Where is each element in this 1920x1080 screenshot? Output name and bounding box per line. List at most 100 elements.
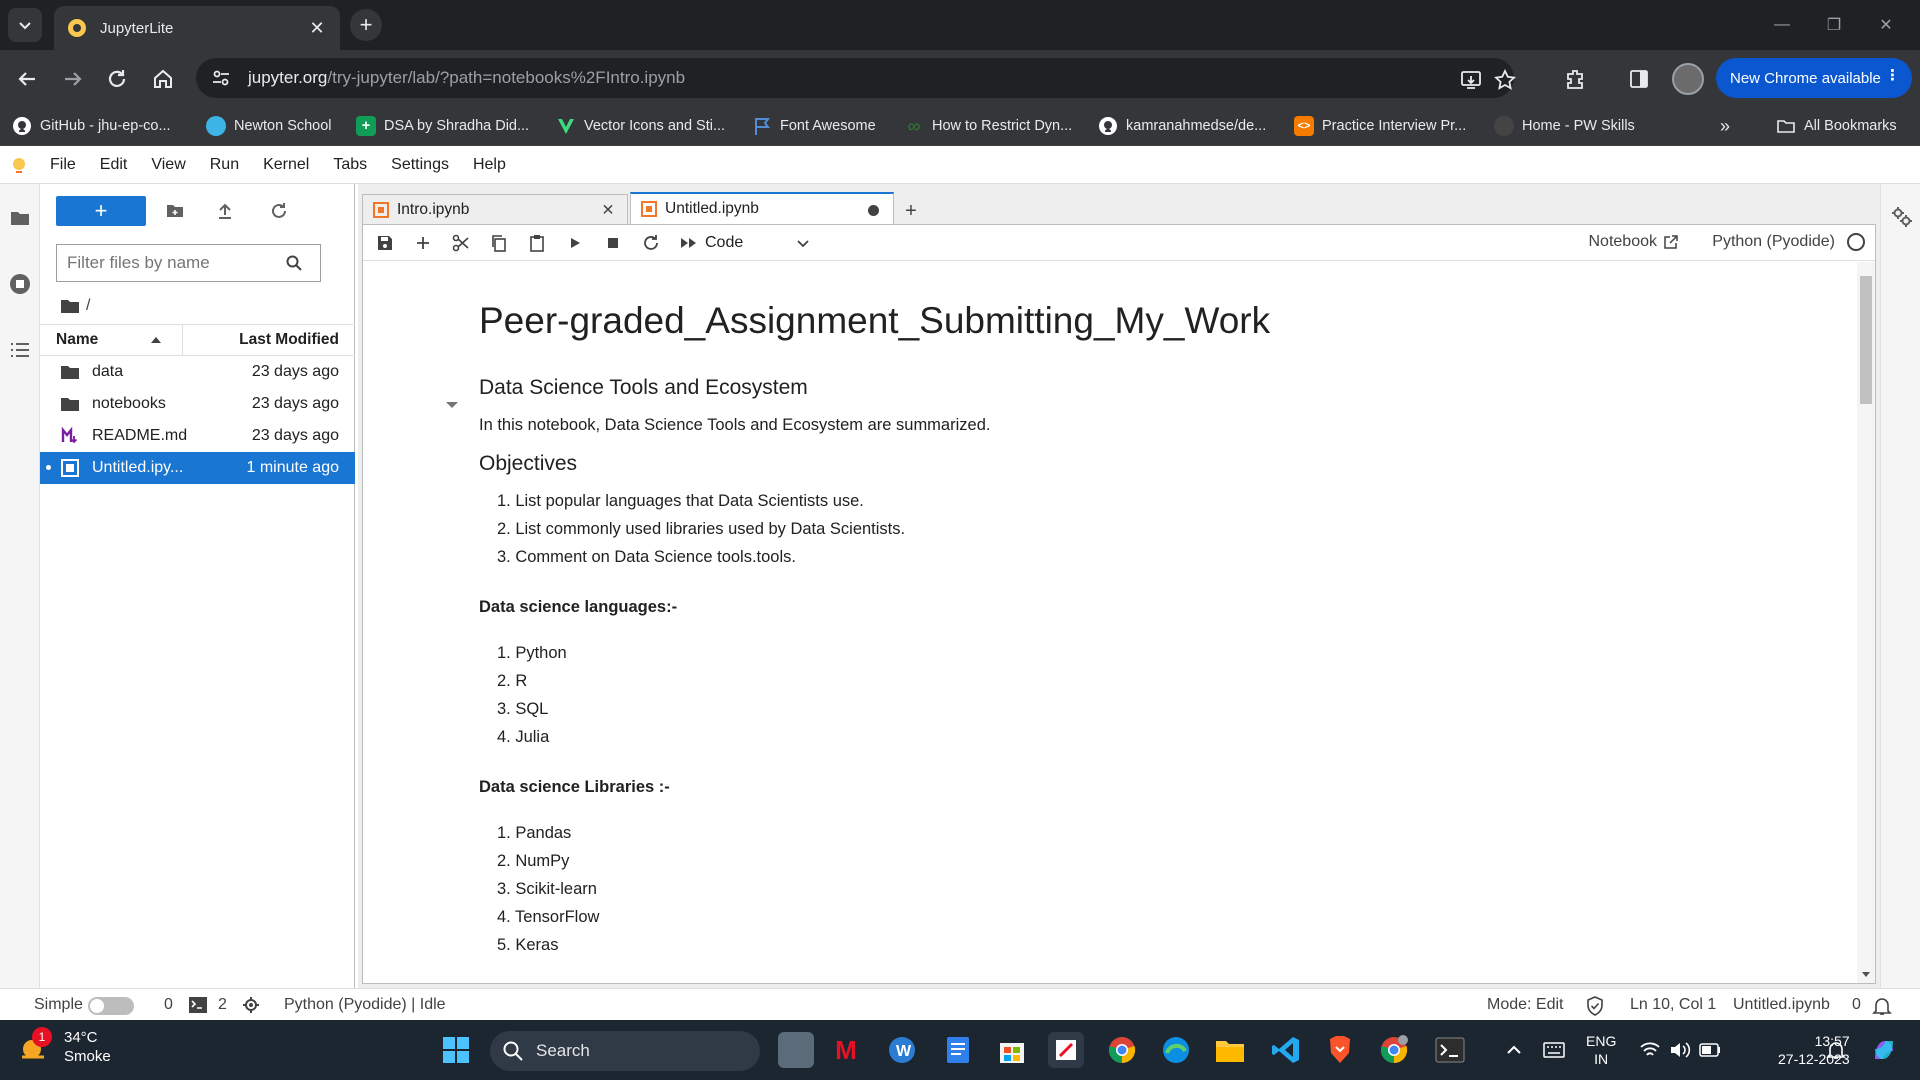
running-sessions-icon[interactable] [6,270,34,298]
bookmark-item[interactable]: ∞ How to Restrict Dyn... [904,114,1073,138]
bell-icon[interactable] [1872,996,1892,1016]
install-app-icon[interactable] [1458,67,1484,93]
store-icon[interactable] [994,1032,1030,1068]
weather-widget[interactable]: 1 34°C Smoke [18,1027,111,1066]
bookmark-item[interactable]: GitHub - jhu-ep-co... [12,114,171,138]
all-bookmarks[interactable]: All Bookmarks [1776,114,1897,138]
profile-avatar[interactable] [1672,63,1704,95]
open-notebook-link[interactable]: Notebook [1589,233,1680,251]
reload-icon[interactable] [102,64,132,94]
taskbar-search[interactable]: Search [490,1031,760,1071]
minimize-icon[interactable]: — [1758,0,1806,50]
stop-icon[interactable] [601,231,625,255]
edge-icon[interactable] [1158,1032,1194,1068]
column-name-header[interactable]: Name [40,325,183,355]
cursor-position[interactable]: Ln 10, Col 1 [1630,996,1716,1014]
browser-tab[interactable]: JupyterLite ✕ [54,6,340,50]
menu-settings[interactable]: Settings [391,156,449,174]
bookmark-star-icon[interactable] [1492,67,1518,93]
new-chrome-button[interactable]: New Chrome available ⋮ [1716,58,1912,98]
bookmark-item[interactable]: Vector Icons and Sti... [556,114,725,138]
terminals-count[interactable]: 0 [164,996,173,1014]
restore-icon[interactable]: ❐ [1810,0,1858,50]
more-bookmarks-icon[interactable]: » [1720,114,1730,138]
kernel-gear-icon[interactable] [242,996,260,1014]
menu-help[interactable]: Help [473,156,506,174]
notes-icon[interactable] [940,1032,976,1068]
forward-icon[interactable] [58,64,88,94]
back-icon[interactable] [12,64,42,94]
kernel-status-text[interactable]: Python (Pyodide) | Idle [284,996,446,1014]
kernel-name[interactable]: Python (Pyodide) [1712,233,1835,251]
run-icon[interactable] [563,231,587,255]
kernels-count[interactable]: 2 [218,996,227,1014]
save-icon[interactable] [373,231,397,255]
filter-files-field[interactable] [56,244,321,282]
fast-forward-icon[interactable] [677,231,701,255]
keyboard-icon[interactable] [1542,1038,1566,1062]
column-modified-header[interactable]: Last Modified [183,331,355,349]
copilot-icon[interactable] [1866,1032,1902,1068]
menu-tabs[interactable]: Tabs [333,156,367,174]
new-folder-icon[interactable] [162,198,188,224]
menu-edit[interactable]: Edit [100,156,128,174]
task-view-icon[interactable] [778,1032,814,1068]
tab-untitled[interactable]: Untitled.ipynb [630,192,894,224]
home-icon[interactable] [148,64,178,94]
simple-mode-toggle[interactable] [88,997,134,1015]
tab-intro[interactable]: Intro.ipynb ✕ [362,194,628,224]
close-tab-icon[interactable]: ✕ [306,17,328,39]
new-launcher-button[interactable]: + [56,196,146,226]
property-inspector-icon[interactable] [1889,204,1915,230]
filter-files-input[interactable] [57,253,282,273]
bookmark-item[interactable]: <> Practice Interview Pr... [1294,114,1466,138]
insert-cell-icon[interactable] [411,231,435,255]
more-menu-icon[interactable]: ⋮ [1885,66,1900,84]
menu-kernel[interactable]: Kernel [263,156,309,174]
bookmark-item[interactable]: Newton School [206,114,332,138]
windows-start-icon[interactable] [438,1032,474,1068]
close-icon[interactable]: ✕ [599,201,617,219]
notification-bell-icon[interactable] [1824,1038,1848,1062]
table-of-contents-icon[interactable] [6,336,34,364]
restart-icon[interactable] [639,231,663,255]
tab-search-button[interactable] [8,8,42,42]
language-indicator[interactable]: ENG IN [1586,1032,1616,1068]
cell-type-select[interactable]: Code [705,230,815,256]
notebook-scrollbar[interactable] [1857,262,1875,983]
upload-icon[interactable] [212,198,238,224]
bookmark-item[interactable]: + DSA by Shradha Did... [356,114,529,138]
file-row-untitled[interactable]: Untitled.ipy... 1 minute ago [40,452,355,484]
scroll-down-arrow-icon[interactable] [1861,969,1871,979]
tray-chevron-up-icon[interactable] [1502,1038,1526,1062]
scrollbar-thumb[interactable] [1860,276,1872,404]
collapse-heading-icon[interactable] [445,400,459,410]
close-window-icon[interactable]: ✕ [1862,0,1910,50]
bookmark-item[interactable]: kamranahmedse/de... [1098,114,1266,138]
volume-icon[interactable] [1668,1038,1692,1062]
side-panel-icon[interactable] [1624,64,1654,94]
vscode-icon[interactable] [1268,1032,1304,1068]
cut-icon[interactable] [449,231,473,255]
menu-view[interactable]: View [151,156,185,174]
add-tab-button[interactable]: + [898,198,924,224]
battery-icon[interactable] [1698,1038,1722,1062]
chrome-icon[interactable] [1104,1032,1140,1068]
notification-count[interactable]: 0 [1852,996,1861,1014]
terminal-app-icon[interactable] [1432,1032,1468,1068]
new-tab-button[interactable]: + [350,9,382,41]
copy-icon[interactable] [487,231,511,255]
paste-icon[interactable] [525,231,549,255]
file-browser-icon[interactable] [6,204,34,232]
snipping-tool-icon[interactable] [1048,1032,1084,1068]
file-explorer-icon[interactable] [1212,1032,1248,1068]
wifi-icon[interactable] [1638,1038,1662,1062]
file-row-readme[interactable]: README.md 23 days ago [40,420,355,452]
bookmark-item[interactable]: Font Awesome [752,114,876,138]
site-info-icon[interactable] [208,65,234,91]
file-row-notebooks[interactable]: notebooks 23 days ago [40,388,355,420]
menu-file[interactable]: File [50,156,76,174]
address-bar[interactable]: jupyter.org/try-jupyter/lab/?path=notebo… [196,58,1516,98]
refresh-icon[interactable] [266,198,292,224]
shield-icon[interactable] [1586,996,1604,1016]
